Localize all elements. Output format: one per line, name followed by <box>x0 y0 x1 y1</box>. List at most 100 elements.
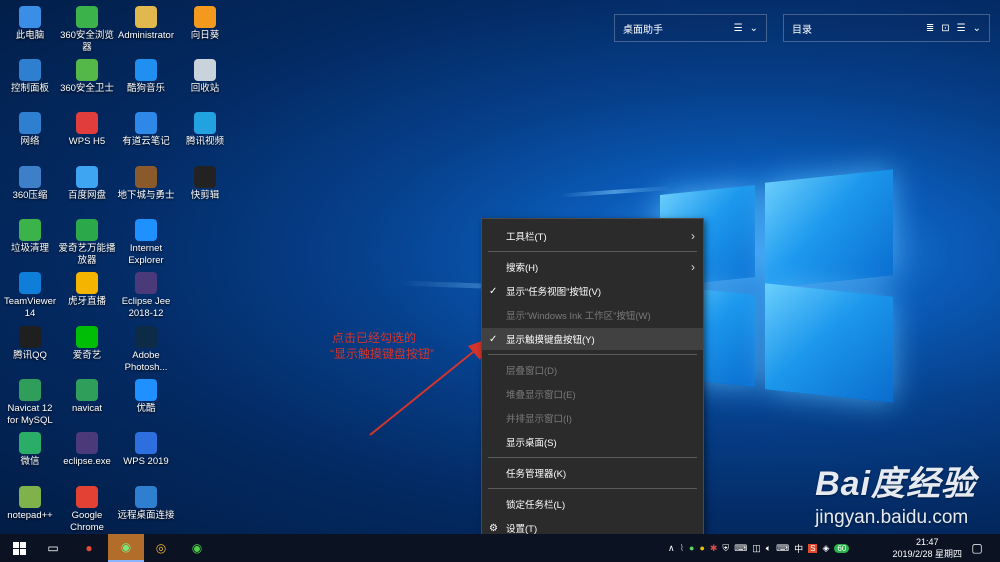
desktop-icon[interactable]: eclipse.exe <box>58 428 116 468</box>
context-menu-item[interactable]: 任务管理器(K) <box>482 462 703 484</box>
context-menu-item[interactable]: 搜索(H) › <box>482 256 703 278</box>
desktop-icon-label: Administrator <box>118 30 174 41</box>
photoshop-icon <box>135 326 157 348</box>
taskbar-qq[interactable]: ● <box>74 534 104 562</box>
submenu-arrow-icon: › <box>691 260 695 274</box>
desktop-icon[interactable]: 360压缩 <box>1 162 59 202</box>
desktop-icon[interactable]: notepad++ <box>1 482 59 522</box>
eclipse-icon <box>135 272 157 294</box>
context-menu-item: 显示“Windows Ink 工作区”按钮(W) <box>482 304 703 326</box>
chevron-down-icon[interactable]: ⌄ <box>973 23 981 34</box>
clock-time: 21:47 <box>915 537 939 547</box>
desktop-icon[interactable]: Administrator <box>117 2 175 42</box>
context-menu-item[interactable]: ✓ 显示触摸键盘按钮(Y) <box>482 328 703 350</box>
annotation-arrow <box>369 338 490 436</box>
desktop-icon-label: Internet Explorer <box>128 243 164 266</box>
tray-expand-icon[interactable]: ∧ <box>668 543 675 554</box>
desktop-icon[interactable]: 百度网盘 <box>58 162 116 202</box>
badge-icon[interactable]: 60 <box>834 543 850 553</box>
desktop-icon[interactable]: Eclipse Jee 2018-12 <box>117 268 175 320</box>
desktop-icon[interactable]: Adobe Photosh... <box>117 322 175 374</box>
recycle-bin-icon <box>194 59 216 81</box>
tray-icon[interactable]: ⌇ <box>680 543 684 554</box>
context-menu-label: 任务管理器(K) <box>506 469 567 480</box>
control-panel-icon <box>19 59 41 81</box>
baidu-pan-icon <box>76 166 98 188</box>
chrome-icon: ◎ <box>155 541 167 555</box>
desktop-icon-label: 360安全浏览器 <box>60 30 114 53</box>
action-center-button[interactable]: ▢ <box>962 534 992 562</box>
desktop-icon[interactable]: 微信 <box>1 428 59 468</box>
desktop-icon[interactable]: 远程桌面连接 <box>117 482 175 522</box>
desktop-icon[interactable]: 有道云笔记 <box>117 108 175 148</box>
tray-icon[interactable]: ● <box>689 543 694 553</box>
desktop-icon[interactable]: 网络 <box>1 108 59 148</box>
desktop-icon[interactable]: 360安全卫士 <box>58 55 116 95</box>
hamburger-menu-icon[interactable]: ☰ <box>957 23 966 34</box>
desktop-icon-label: 虎牙直播 <box>67 296 106 307</box>
input-method-indicator[interactable]: 中 <box>794 542 803 555</box>
desktop-icon-label: 爱奇艺 <box>72 350 102 361</box>
desktop-icon[interactable]: Internet Explorer <box>117 215 175 267</box>
desktop-icon[interactable]: 虎牙直播 <box>58 268 116 308</box>
desktop-icon[interactable]: 回收站 <box>176 55 234 95</box>
widget-title: 桌面助手 <box>623 24 663 36</box>
desktop-icon[interactable]: 腾讯视频 <box>176 108 234 148</box>
desktop-icon[interactable]: 控制面板 <box>1 55 59 95</box>
context-menu-item[interactable]: 显示桌面(S) <box>482 431 703 453</box>
desktop-icon[interactable]: Navicat 12 for MySQL <box>1 375 59 427</box>
lock-icon[interactable]: ⊡ <box>941 23 949 34</box>
taskbar-context-menu: 工具栏(T) › 搜索(H) › ✓ 显示“任务视图”按钮(V) 显示“Windows In… <box>481 218 704 545</box>
desktop-icon[interactable]: 爱奇艺 <box>58 322 116 362</box>
desktop-icon[interactable]: 向日葵 <box>176 2 234 42</box>
context-menu-item[interactable]: 锁定任务栏(L) <box>482 493 703 515</box>
desktop-icon[interactable]: 垃圾清理 <box>1 215 59 255</box>
network-icon[interactable]: ◫ <box>752 543 761 554</box>
list-view-icon[interactable]: ≣ <box>926 23 934 34</box>
archive-icon <box>19 166 41 188</box>
tray-icon[interactable]: ✱ <box>710 543 718 554</box>
desktop-icon[interactable]: navicat <box>58 375 116 415</box>
desktop-icon-label: 百度网盘 <box>67 190 106 201</box>
taskbar-360-browser[interactable]: ◉ <box>182 534 212 562</box>
desktop-icon[interactable]: 快剪辑 <box>176 162 234 202</box>
desktop-icon[interactable]: 此电脑 <box>1 2 59 42</box>
desktop-icon[interactable]: Google Chrome <box>58 482 116 534</box>
taskbar-chrome[interactable]: ◎ <box>146 534 176 562</box>
tray-icon[interactable]: ⌨ <box>734 543 747 554</box>
desktop-icon-label: Navicat 12 for MySQL <box>7 403 53 426</box>
desktop-icon[interactable]: WPS H5 <box>58 108 116 148</box>
wps-h5-icon <box>76 112 98 134</box>
desktop-icon[interactable]: 优酷 <box>117 375 175 415</box>
desktop-icon[interactable]: 酷狗音乐 <box>117 55 175 95</box>
ie-icon <box>135 219 157 241</box>
desktop-icon-label: 回收站 <box>190 83 220 94</box>
context-menu-item[interactable]: ✓ 显示“任务视图”按钮(V) <box>482 280 703 302</box>
context-menu-item[interactable]: 工具栏(T) › <box>482 225 703 247</box>
desktop-icon-label: Google Chrome <box>70 510 104 533</box>
hamburger-menu-icon[interactable]: ☰ <box>734 23 743 34</box>
desktop-icon[interactable]: WPS 2019 <box>117 428 175 468</box>
desktop-helper-widget[interactable]: 桌面助手 ☰ ⌄ <box>614 14 767 42</box>
desktop-icon[interactable]: 360安全浏览器 <box>58 2 116 54</box>
desktop-icon[interactable]: 爱奇艺万能播放器 <box>58 215 116 267</box>
context-menu-label: 层叠窗口(D) <box>506 366 558 377</box>
tray-icon[interactable]: ⛨ <box>722 543 729 554</box>
keyboard-icon[interactable]: ⌨ <box>776 543 789 554</box>
task-view-button[interactable]: ▭ <box>38 534 68 562</box>
iqiyi-player-icon <box>76 219 98 241</box>
remote-desktop-icon <box>135 486 157 508</box>
catalog-widget[interactable]: 目录 ≣ ⊡ ☰ ⌄ <box>783 14 990 42</box>
desktop-icon[interactable]: TeamViewer 14 <box>1 268 59 320</box>
start-button[interactable] <box>4 534 34 562</box>
tray-icon[interactable]: ● <box>699 543 704 553</box>
volume-icon[interactable]: 🔈︎ <box>766 543 771 554</box>
desktop-icon[interactable]: 地下城与勇士 <box>117 162 175 202</box>
clock[interactable]: 21:47 2019/2/28 星期四 <box>892 536 962 560</box>
chevron-down-icon[interactable]: ⌄ <box>750 23 758 34</box>
tray-icon[interactable]: ◈ <box>822 543 829 554</box>
sogou-icon[interactable]: S <box>808 543 818 553</box>
desktop-icon[interactable]: 腾讯QQ <box>1 322 59 362</box>
notepad-plus-icon <box>19 486 41 508</box>
taskbar-wechat[interactable]: ◉ <box>108 534 144 562</box>
